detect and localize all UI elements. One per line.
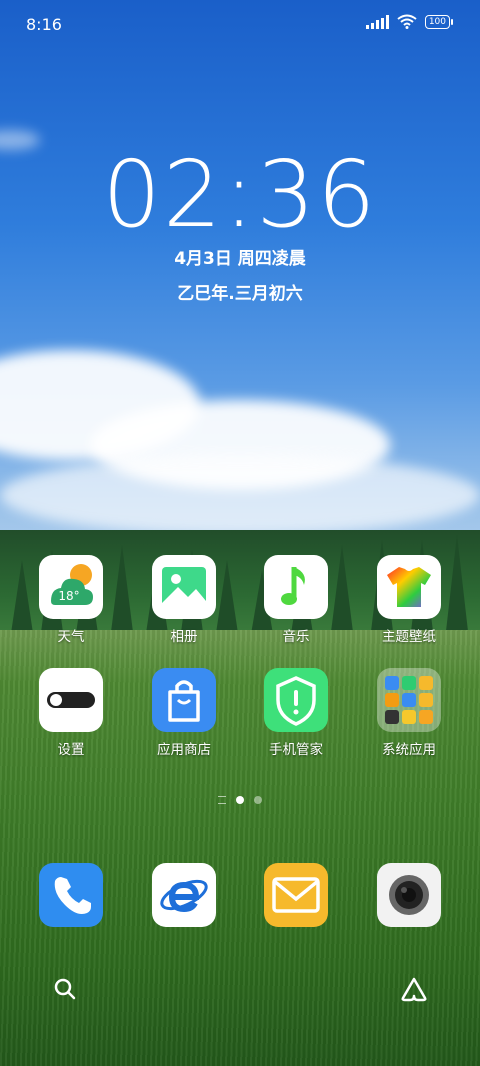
signal-icon — [365, 14, 389, 29]
search-icon — [54, 978, 76, 1000]
shopping-bag-icon — [152, 668, 216, 732]
app-label: 音乐 — [282, 629, 310, 645]
weather-temperature: 18° — [58, 589, 79, 603]
app-weather[interactable]: 18° 天气 — [21, 555, 121, 645]
app-label: 系统应用 — [382, 742, 436, 758]
clock-widget[interactable]: 02:36 4月3日 周四凌晨 乙巳年.三月初六 — [0, 140, 480, 304]
app-store[interactable]: 应用商店 — [134, 668, 234, 758]
app-label: 应用商店 — [157, 742, 211, 758]
dock-phone[interactable] — [21, 863, 121, 927]
music-note-icon — [264, 555, 328, 619]
app-label: 手机管家 — [269, 742, 323, 758]
app-music[interactable]: 音乐 — [246, 555, 346, 645]
clock-lunar-date: 乙巳年.三月初六 — [177, 284, 303, 304]
assistant-icon — [401, 977, 427, 1002]
weather-icon: 18° — [39, 555, 103, 619]
cloud — [0, 455, 480, 535]
dock-browser[interactable] — [134, 863, 234, 927]
page-dot-feed[interactable] — [218, 796, 226, 804]
battery-indicator: 100 — [424, 14, 454, 29]
page-dot-active[interactable] — [236, 796, 244, 804]
camera-icon — [377, 863, 441, 927]
gallery-icon — [152, 555, 216, 619]
clock-time: 02:36 — [102, 141, 378, 248]
page-dot[interactable] — [254, 796, 262, 804]
folder-system-apps[interactable]: 系统应用 — [359, 668, 459, 758]
app-phone-manager[interactable]: 手机管家 — [246, 668, 346, 758]
clock-date: 4月3日 周四凌晨 — [174, 249, 306, 269]
app-settings[interactable]: 设置 — [21, 668, 121, 758]
status-bar: 8:16 100 — [0, 0, 480, 50]
phone-icon — [39, 863, 103, 927]
shield-icon — [264, 668, 328, 732]
search-button[interactable] — [50, 974, 80, 1004]
app-label: 天气 — [57, 629, 85, 645]
tshirt-icon — [377, 555, 441, 619]
assistant-button[interactable] — [399, 974, 429, 1004]
wifi-icon — [397, 14, 417, 29]
app-label: 设置 — [57, 742, 85, 758]
status-icons: 100 — [365, 14, 454, 29]
app-gallery[interactable]: 相册 — [134, 555, 234, 645]
status-time: 8:16 — [26, 15, 62, 34]
folder-icon — [377, 668, 441, 732]
app-themes[interactable]: 主题壁纸 — [359, 555, 459, 645]
settings-toggle-icon — [39, 668, 103, 732]
browser-icon — [152, 863, 216, 927]
envelope-icon — [264, 863, 328, 927]
dock-email[interactable] — [246, 863, 346, 927]
page-indicator[interactable] — [0, 796, 480, 804]
dock-camera[interactable] — [359, 863, 459, 927]
app-label: 主题壁纸 — [382, 629, 436, 645]
app-label: 相册 — [170, 629, 198, 645]
